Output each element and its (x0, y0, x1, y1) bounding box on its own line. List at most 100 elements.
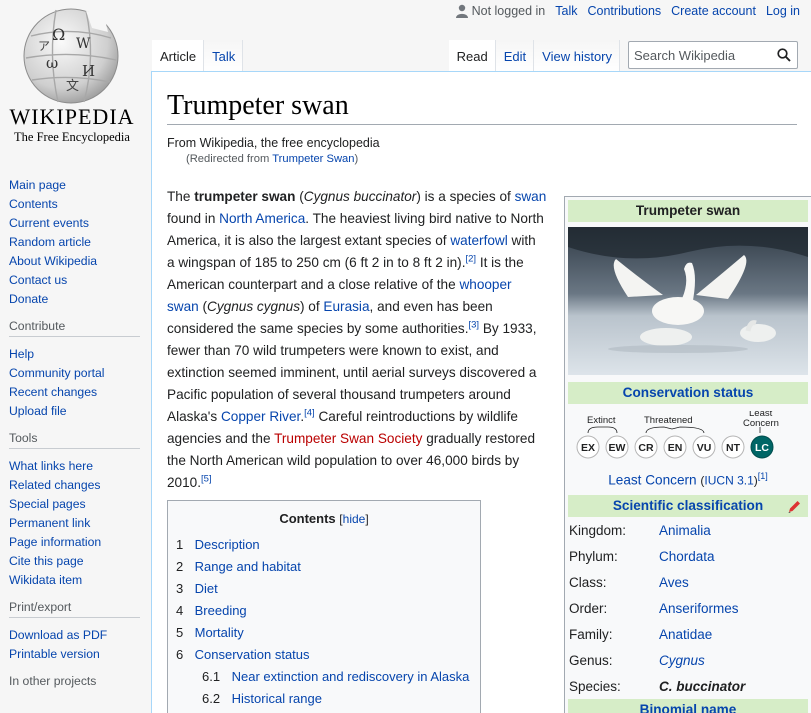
conservation-status-line: Least Concern (IUCN 3.1)[1] (568, 471, 808, 488)
toc-link[interactable]: Mortality (195, 625, 244, 640)
taxonomy-value-link[interactable]: Anseriformes (659, 601, 808, 616)
toc-number: 6.2 (202, 691, 221, 706)
svg-text:Ω: Ω (52, 25, 65, 44)
search-icon[interactable] (777, 48, 791, 62)
sidebar-item-contact[interactable]: Contact us (9, 273, 67, 287)
toc-item[interactable]: 6 Conservation status (176, 644, 472, 666)
taxonomy-rank: Family: (569, 626, 613, 642)
toc-number: 5 (176, 625, 184, 640)
conservation-status-heading[interactable]: Conservation status (568, 382, 808, 404)
link-swan[interactable]: swan (515, 189, 547, 204)
taxonomy-row: Species: C. buccinator (568, 673, 808, 699)
sidebar-item-recent-changes[interactable]: Recent changes (9, 385, 97, 399)
sidebar-item-donate[interactable]: Donate (9, 292, 48, 306)
iucn-ex: EX (581, 442, 595, 454)
wikipedia-logo[interactable]: Ω W ω И ア 文 WIKIPEDIA The Free Encyclope… (0, 0, 150, 160)
toc-link[interactable]: Historical range (232, 691, 322, 706)
sidebar-item-help[interactable]: Help (9, 347, 34, 361)
trumpeter-swan-photo[interactable] (568, 227, 808, 375)
reference-link[interactable]: [4] (304, 407, 315, 418)
login-link[interactable]: Log in (766, 4, 800, 18)
lead-text: ( (198, 299, 208, 314)
toc-link[interactable]: Conservation status (195, 647, 310, 662)
taxonomy-rank: Order: (569, 600, 608, 616)
toc-item[interactable]: 4 Breeding (176, 600, 472, 622)
taxonomy-value-link[interactable]: Aves (659, 575, 808, 590)
tab-article[interactable]: Article (152, 40, 205, 72)
toc-hide-link[interactable]: hide (343, 512, 366, 526)
sidebar-item-permanent-link[interactable]: Permanent link (9, 516, 90, 530)
sidebar-item-special-pages[interactable]: Special pages (9, 497, 86, 511)
toc-link[interactable]: Breeding (195, 603, 247, 618)
link-copper-river[interactable]: Copper River (221, 409, 300, 424)
tab-view-history[interactable]: View history (534, 40, 620, 72)
toc-link[interactable]: Near extinction and rediscovery in Alask… (232, 669, 470, 684)
binomial-name-heading[interactable]: Binomial name (568, 699, 808, 713)
taxonomy-row: Phylum: Chordata (568, 543, 808, 569)
taxonomy-value-link[interactable]: Anatidae (659, 627, 808, 642)
sidebar-item-current-events[interactable]: Current events (9, 216, 89, 230)
lead-binomial: Cygnus cygnus (207, 299, 300, 314)
edit-pencil-icon[interactable] (787, 499, 802, 514)
namespace-tabs: Article Talk (152, 40, 244, 72)
sidebar-item-upload-file[interactable]: Upload file (9, 404, 67, 418)
contributions-link[interactable]: Contributions (588, 4, 662, 18)
tab-read[interactable]: Read (448, 40, 496, 72)
toc-item[interactable]: 2 Range and habitat (176, 556, 472, 578)
tab-edit[interactable]: Edit (495, 40, 535, 72)
sidebar-item-random-article[interactable]: Random article (9, 235, 91, 249)
reference-link[interactable]: [3] (469, 319, 480, 330)
taxonomy-value-link[interactable]: Chordata (659, 549, 808, 564)
sidebar-item-contents[interactable]: Contents (9, 197, 58, 211)
toc-link[interactable]: Description (195, 537, 260, 552)
sidebar-item-related-changes[interactable]: Related changes (9, 478, 100, 492)
link-north-america[interactable]: North America (219, 211, 305, 226)
search-input[interactable] (629, 42, 769, 68)
taxonomy-value-link[interactable]: Cygnus (659, 653, 808, 668)
sidebar-item-main-page[interactable]: Main page (9, 178, 66, 192)
taxonomy-rank: Species: (569, 678, 621, 694)
reference-link[interactable]: [1] (758, 471, 768, 481)
sidebar-item-cite-this-page[interactable]: Cite this page (9, 554, 84, 568)
toc-item[interactable]: 1 Description (176, 534, 472, 556)
lead-bold-name: trumpeter swan (194, 189, 296, 204)
toc-number: 3 (176, 581, 184, 596)
sidebar-item-community-portal[interactable]: Community portal (9, 366, 105, 380)
sidebar-item-wikidata-item[interactable]: Wikidata item (9, 573, 82, 587)
link-waterfowl[interactable]: waterfowl (450, 233, 507, 248)
reference-link[interactable]: [5] (201, 473, 212, 484)
least-concern-link[interactable]: Least Concern (608, 473, 696, 488)
toc-item[interactable]: 5 Mortality (176, 622, 472, 644)
link-eurasia[interactable]: Eurasia (323, 299, 369, 314)
toc-item[interactable]: 3 Diet (176, 578, 472, 600)
iucn-status-scale[interactable]: Extinct Threatened Least Concern EX EW C… (568, 407, 808, 489)
scientific-classification-heading[interactable]: Scientific classification (568, 495, 808, 517)
toc-link[interactable]: Range and habitat (195, 559, 301, 574)
iucn-concern-label: Concern (743, 418, 779, 429)
iucn-version-link[interactable]: IUCN 3.1 (704, 474, 753, 488)
sidebar-item-download-pdf[interactable]: Download as PDF (9, 628, 107, 642)
iucn-ew: EW (609, 442, 626, 454)
redirect-suffix: ) (354, 153, 359, 165)
toc-hide-toggle[interactable]: [hide] (339, 512, 368, 526)
reference-link[interactable]: [2] (465, 253, 476, 264)
redirect-source-link[interactable]: Trumpeter Swan (272, 153, 354, 165)
tab-talk[interactable]: Talk (204, 40, 244, 72)
lead-text: ) is a species of (416, 189, 515, 204)
sidebar-item-page-information[interactable]: Page information (9, 535, 101, 549)
print-portal: Print/export Download as PDF Printable v… (0, 600, 150, 664)
user-talk-link[interactable]: Talk (555, 4, 577, 18)
taxonomy-value-link[interactable]: Animalia (659, 523, 808, 538)
taxonomy-rank: Class: (569, 574, 607, 590)
redlink-trumpeter-swan-society[interactable]: Trumpeter Swan Society (274, 431, 422, 446)
contribute-portal: Contribute Help Community portal Recent … (0, 319, 150, 421)
toc-subitem[interactable]: 6.2 Historical range (176, 688, 472, 710)
toc-subitem[interactable]: 6.1 Near extinction and rediscovery in A… (176, 666, 472, 688)
sidebar-item-printable-version[interactable]: Printable version (9, 647, 100, 661)
create-account-link[interactable]: Create account (671, 4, 756, 18)
toc-link[interactable]: Diet (195, 581, 218, 596)
sidebar-item-what-links-here[interactable]: What links here (9, 459, 93, 473)
lead-text: The (167, 189, 195, 204)
sidebar-item-about[interactable]: About Wikipedia (9, 254, 97, 268)
taxonomy-row: Order: Anseriformes (568, 595, 808, 621)
